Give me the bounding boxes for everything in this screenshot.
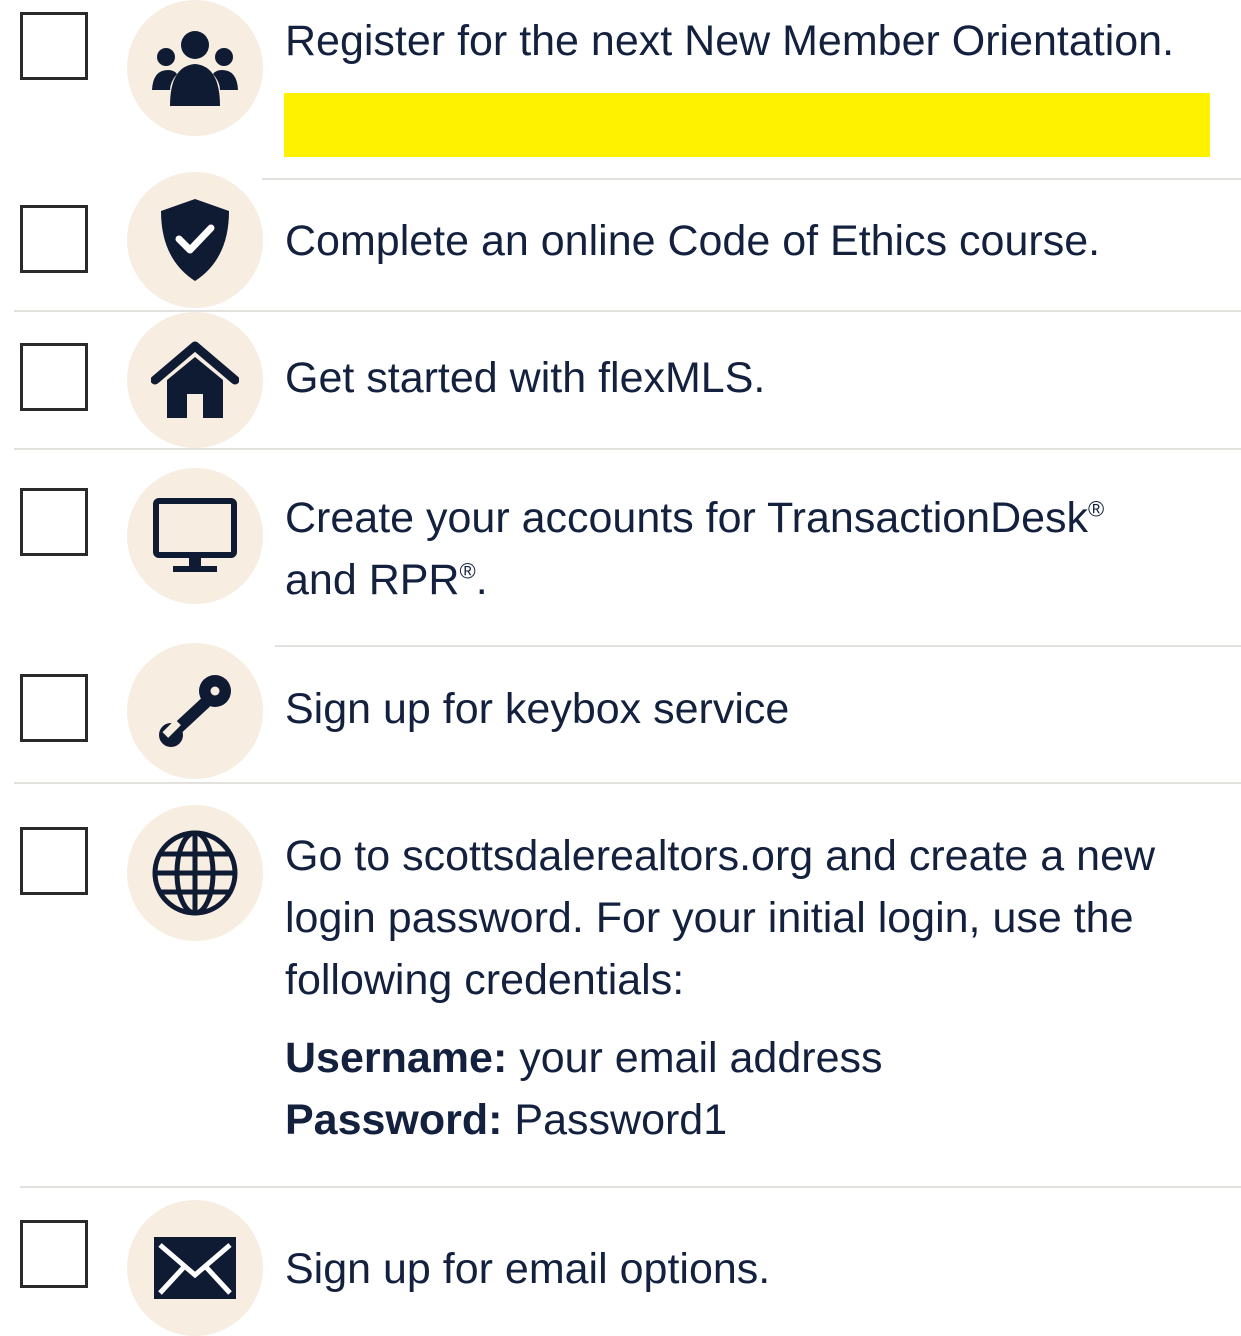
item-text: Go to scottsdalerealtors.org and create … [285,832,1156,1004]
checkbox[interactable] [20,488,88,556]
divider [275,645,1241,647]
house-icon [127,312,263,448]
divider [20,1186,1241,1188]
shield-check-icon [127,172,263,308]
key-icon [127,643,263,779]
item-text: Sign up for email options. [285,1245,771,1293]
username-line: Username: your email address [285,1027,883,1089]
item-text-line2: and RPR [285,556,460,604]
people-group-icon [127,0,263,136]
username-value: your email address [507,1034,883,1082]
highlight-bar [284,93,1210,157]
divider [262,178,1241,180]
item-text: Sign up for keybox service [285,685,790,733]
checkbox[interactable] [20,1220,88,1288]
item-text: Get started with flexMLS. [285,354,766,402]
item-text: Register for the next New Member Orienta… [285,17,1175,65]
globe-icon [127,805,263,941]
item-text: Complete an online Code of Ethics course… [285,217,1101,265]
checkbox[interactable] [20,343,88,411]
checkbox[interactable] [20,205,88,273]
monitor-icon [127,468,263,604]
password-line: Password: Password1 [285,1089,727,1151]
checkbox[interactable] [20,827,88,895]
registered-mark: ® [1088,496,1105,522]
divider [14,448,1241,450]
password-label: Password: [285,1096,503,1144]
item-text: Create your accounts for TransactionDesk… [285,487,1221,611]
checkbox[interactable] [20,674,88,742]
password-value: Password1 [502,1096,728,1144]
item-text-line1: Create your accounts for TransactionDesk [285,494,1089,542]
registered-mark: ® [459,558,476,584]
divider [14,782,1241,784]
envelope-icon [127,1200,263,1336]
username-label: Username: [285,1034,508,1082]
checkbox[interactable] [20,12,88,80]
item-text-end: . [475,556,488,604]
